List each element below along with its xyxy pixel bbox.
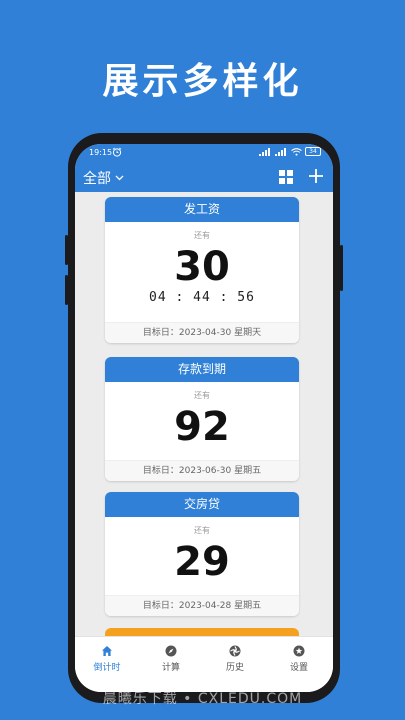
card-subtitle: 还有 — [194, 391, 210, 400]
nav-calculate[interactable]: 计算 — [139, 637, 203, 677]
card-title: 交房贷 — [105, 492, 299, 517]
nav-label: 计算 — [161, 663, 180, 673]
app-screen: 19:15 34 全部 发工资 还有 30 04: 44: 56 目标日：2… — [75, 144, 333, 692]
nav-label: 设置 — [289, 663, 308, 673]
status-bar: 19:15 34 — [75, 144, 333, 162]
card-title: 存款到期 — [105, 357, 299, 382]
card-days: 30 — [174, 244, 230, 290]
card-days: 92 — [174, 404, 230, 450]
aperture-icon — [229, 645, 241, 657]
promo-title: 展示多样化 — [102, 61, 303, 102]
card-subtitle: 还有 — [194, 231, 210, 240]
countdown-list: 发工资 还有 30 04 : 44 : 56 目标日：2023-04-30 星期… — [75, 192, 333, 636]
nav-label: 倒计时 — [93, 663, 121, 673]
chevron-down-icon — [115, 175, 124, 181]
phone-power-button — [340, 245, 343, 291]
battery-icon: 34 — [305, 147, 321, 156]
status-icons: 34 — [259, 147, 321, 156]
wifi-icon — [291, 147, 302, 156]
card-title: 发工资 — [105, 197, 299, 222]
compass-icon — [165, 645, 177, 657]
nav-settings[interactable]: 设置 — [267, 637, 331, 677]
card-target-date: 目标日：2023-06-30 星期五 — [105, 460, 299, 481]
card-days: 29 — [174, 539, 230, 585]
filter-label: 全部 — [83, 171, 111, 187]
app-bar: 全部 — [75, 162, 333, 192]
countdown-card[interactable]: 发工资 还有 30 04 : 44 : 56 目标日：2023-04-30 星期… — [105, 197, 299, 343]
card-target-date: 目标日：2023-04-30 星期天 — [105, 322, 299, 343]
watermark: 晨曦乐下载 • CXLEDU.COM — [102, 691, 303, 707]
countdown-card-partial[interactable] — [105, 628, 299, 636]
card-subtitle: 还有 — [194, 526, 210, 535]
phone-frame: 19:15 34 全部 发工资 还有 30 04: 44: 56 目标日：2… — [68, 133, 340, 703]
bottom-nav: 倒计时 计算 历史 设置 — [75, 636, 333, 692]
countdown-card[interactable]: 交房贷 还有 29 目标日：2023-04-28 星期五 — [105, 492, 299, 616]
star-settings-icon — [293, 645, 305, 657]
status-time: 19:15 — [89, 148, 113, 157]
nav-label: 历史 — [225, 663, 244, 673]
signal-icon — [259, 147, 270, 156]
nav-history[interactable]: 历史 — [203, 637, 267, 677]
signal-icon — [275, 147, 286, 156]
filter-dropdown[interactable]: 全部 — [83, 168, 124, 188]
card-target-date: 目标日：2023-04-28 星期五 — [105, 595, 299, 616]
countdown-card[interactable]: 存款到期 还有 92 目标日：2023-06-30 星期五 — [105, 357, 299, 481]
nav-countdown[interactable]: 倒计时 — [75, 637, 139, 677]
card-timer: 04 : 44 : 56 — [149, 290, 255, 305]
grid-view-icon[interactable] — [279, 170, 293, 184]
add-icon[interactable] — [307, 167, 325, 185]
home-icon — [102, 646, 112, 656]
alarm-icon — [112, 147, 122, 157]
